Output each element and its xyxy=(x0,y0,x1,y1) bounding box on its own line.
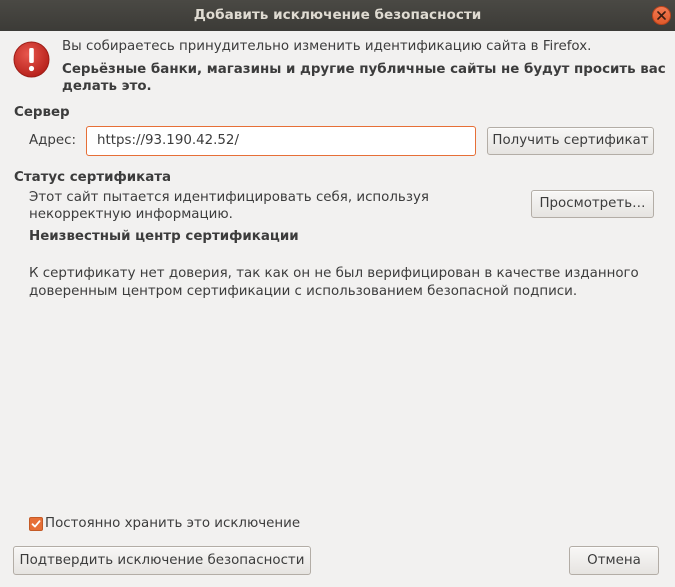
add-security-exception-dialog: Добавить исключение безопасности Вы соби… xyxy=(0,0,675,587)
cert-issue-line-1: К сертификату нет доверия, так как он не… xyxy=(29,266,639,281)
warning-line-3: делать это. xyxy=(62,79,152,94)
checkmark-icon xyxy=(31,520,41,528)
cert-issue-line-2: доверенным центром сертификации с исполь… xyxy=(29,284,578,299)
cancel-button[interactable]: Отмена xyxy=(569,546,659,575)
title-bar: Добавить исключение безопасности xyxy=(0,0,675,31)
close-icon xyxy=(657,11,666,20)
cert-status-desc-line-1: Этот сайт пытается идентифицировать себя… xyxy=(29,190,429,205)
window-title: Добавить исключение безопасности xyxy=(193,7,482,23)
exclamation-circle-icon xyxy=(13,41,50,78)
permanent-exception-checkbox[interactable] xyxy=(29,517,43,531)
cert-issue-title: Неизвестный центр сертификации xyxy=(29,229,299,244)
view-certificate-button[interactable]: Просмотреть… xyxy=(531,190,654,218)
cert-status-heading: Статус сертификата xyxy=(14,170,172,185)
cert-status-desc-line-2: некорректную информацию. xyxy=(29,207,233,222)
address-label: Адрес: xyxy=(29,133,77,148)
confirm-exception-button[interactable]: Подтвердить исключение безопасности xyxy=(13,546,311,575)
address-input[interactable]: https://93.190.42.52/ xyxy=(86,126,476,156)
server-heading: Сервер xyxy=(14,105,70,120)
warning-line-2: Серьёзные банки, магазины и другие публи… xyxy=(62,62,666,77)
permanent-exception-label[interactable]: Постоянно хранить это исключение xyxy=(45,516,300,531)
get-certificate-button[interactable]: Получить сертификат xyxy=(487,127,654,155)
warning-line-1: Вы собираетесь принудительно изменить ид… xyxy=(62,39,592,54)
close-button[interactable] xyxy=(652,6,671,25)
